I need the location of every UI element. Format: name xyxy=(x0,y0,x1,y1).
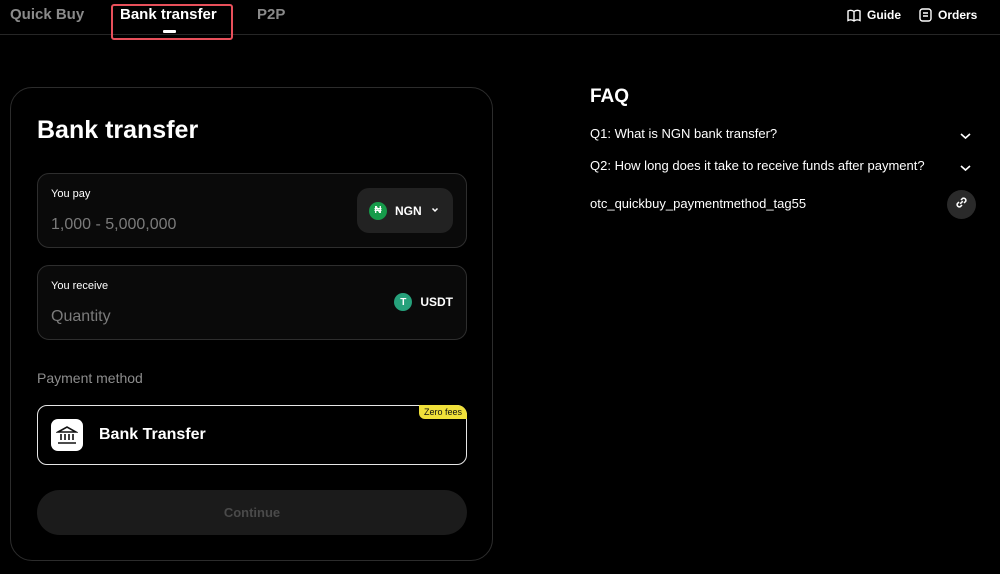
copy-link-button[interactable] xyxy=(947,190,976,219)
ngn-coin-icon: ₦ xyxy=(369,201,387,220)
chevron-down-icon xyxy=(959,128,972,146)
faq-tag-text: otc_quickbuy_paymentmethod_tag55 xyxy=(590,196,807,211)
active-tab-underline xyxy=(163,30,176,33)
link-icon xyxy=(954,195,969,215)
pay-amount-input[interactable] xyxy=(51,214,301,236)
book-icon xyxy=(847,9,861,22)
tab-quick-buy[interactable]: Quick Buy xyxy=(10,6,84,23)
bank-transfer-card: Bank transfer You pay ₦ NGN You receive … xyxy=(10,87,493,561)
card-title: Bank transfer xyxy=(37,116,199,144)
pay-currency-code: NGN xyxy=(395,203,422,218)
payment-method-label: Payment method xyxy=(37,370,143,386)
guide-label: Guide xyxy=(867,8,902,22)
faq-item-2[interactable]: Q2: How long does it take to receive fun… xyxy=(590,156,975,176)
zero-fees-badge: Zero fees xyxy=(418,405,467,419)
receive-currency: T USDT xyxy=(394,293,453,311)
faq-question-1: Q1: What is NGN bank transfer? xyxy=(590,126,778,141)
continue-button[interactable]: Continue xyxy=(37,490,467,535)
orders-label: Orders xyxy=(938,8,978,22)
chevron-down-icon xyxy=(959,160,972,178)
payment-method-name: Bank Transfer xyxy=(99,426,206,443)
pay-field: You pay ₦ NGN xyxy=(37,173,467,248)
bank-icon xyxy=(51,419,83,451)
faq-title: FAQ xyxy=(590,86,630,107)
pay-label: You pay xyxy=(51,188,91,200)
usdt-coin-icon: T xyxy=(394,293,413,311)
orders-icon xyxy=(919,8,932,22)
faq-question-2: Q2: How long does it take to receive fun… xyxy=(590,158,925,173)
top-navigation: Quick Buy Bank transfer P2P Guide Orders xyxy=(0,0,1000,40)
payment-method-bank-transfer[interactable]: Bank Transfer Zero fees xyxy=(37,405,467,465)
receive-field: You receive T USDT xyxy=(37,265,467,340)
guide-link[interactable]: Guide xyxy=(847,8,901,22)
chevron-down-icon xyxy=(430,202,440,220)
pay-currency-select[interactable]: ₦ NGN xyxy=(357,188,453,233)
faq-item-1[interactable]: Q1: What is NGN bank transfer? xyxy=(590,124,975,144)
receive-label: You receive xyxy=(51,280,109,292)
active-tab-highlight xyxy=(111,4,233,40)
receive-quantity-input[interactable] xyxy=(51,306,301,328)
orders-link[interactable]: Orders xyxy=(919,8,977,22)
receive-currency-code: USDT xyxy=(420,295,453,309)
tab-p2p[interactable]: P2P xyxy=(257,6,285,23)
